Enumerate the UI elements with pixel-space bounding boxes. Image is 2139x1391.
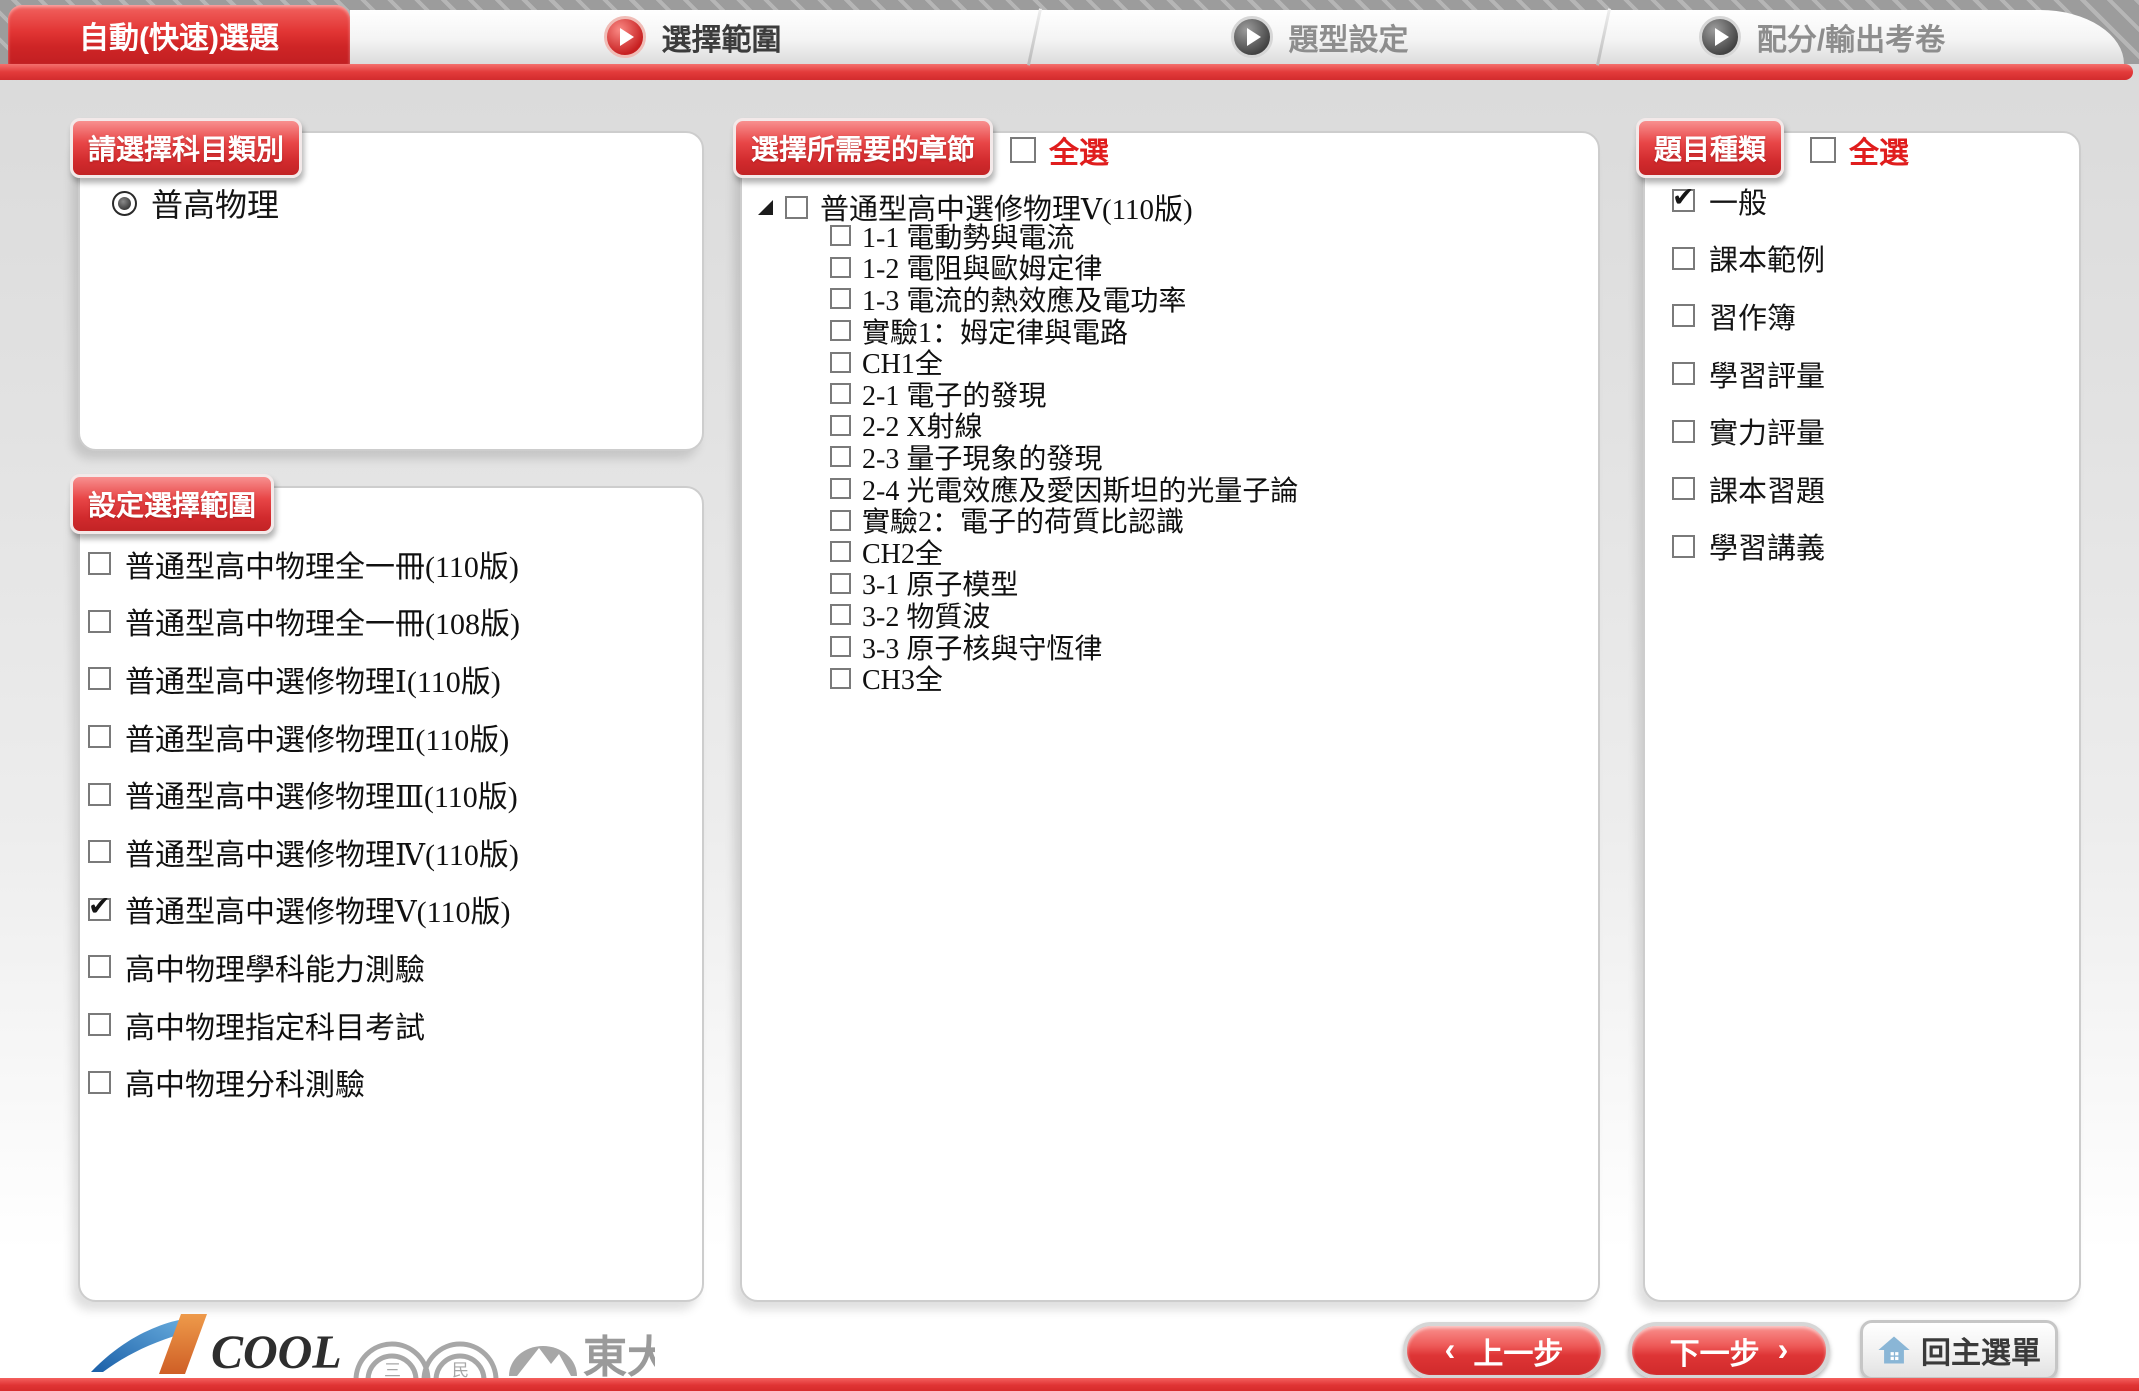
checkbox[interactable]	[1010, 137, 1036, 163]
checkbox[interactable]	[830, 636, 851, 657]
range-item[interactable]: 普通型高中選修物理Ⅴ(110版)	[88, 881, 688, 939]
checkbox[interactable]	[88, 955, 111, 978]
logo-dongda-text: 東大	[583, 1333, 655, 1382]
checkbox[interactable]	[830, 478, 851, 499]
range-item[interactable]: 普通型高中選修物理Ⅰ(110版)	[88, 650, 688, 708]
question-type-item[interactable]: 實力評量	[1672, 402, 2052, 460]
play-icon-gray	[1699, 16, 1741, 58]
checkbox[interactable]	[785, 196, 808, 219]
question-type-item[interactable]: 學習評量	[1672, 345, 2052, 403]
tab-question-type-setting[interactable]: 題型設定	[1035, 10, 1604, 64]
checkbox[interactable]	[830, 541, 851, 562]
checkbox[interactable]	[830, 352, 851, 373]
checkbox[interactable]	[830, 668, 851, 689]
range-item[interactable]: 高中物理學科能力測驗	[88, 938, 688, 996]
question-type-select-all[interactable]: 全選	[1810, 128, 1909, 172]
checkbox[interactable]	[1810, 137, 1836, 163]
chapter-item[interactable]: CH3全	[830, 662, 1570, 694]
checkbox[interactable]	[1672, 247, 1695, 270]
checkbox[interactable]	[830, 510, 851, 531]
radio-button[interactable]	[112, 191, 137, 216]
tab-underline-bar	[0, 64, 2133, 80]
checkbox[interactable]	[830, 573, 851, 594]
checkbox[interactable]	[1672, 420, 1695, 443]
question-type-list: 一般 課本範例 習作簿 學習評量 實力評量 課本習題 學習講義	[1672, 172, 2052, 575]
checkbox[interactable]	[88, 667, 111, 690]
play-icon-gray	[1231, 16, 1273, 58]
logo-cool: COOL	[85, 1310, 345, 1387]
range-item[interactable]: 普通型高中物理全一冊(108版)	[88, 593, 688, 651]
question-type-item[interactable]: 課本範例	[1672, 230, 2052, 288]
chapter-select-all[interactable]: 全選	[1010, 128, 1109, 172]
subject-option-physics[interactable]: 普高物理	[112, 180, 279, 226]
checkbox[interactable]	[830, 320, 851, 341]
prev-step-button[interactable]: ‹ 上一步	[1403, 1322, 1605, 1379]
subject-panel	[78, 131, 704, 451]
home-menu-button[interactable]: 回主選單	[1860, 1320, 2058, 1380]
checkbox[interactable]	[88, 610, 111, 633]
tree-expander-icon[interactable]	[758, 200, 773, 215]
range-list: 普通型高中物理全一冊(110版) 普通型高中物理全一冊(108版) 普通型高中選…	[88, 535, 688, 1111]
checkbox[interactable]	[1672, 477, 1695, 500]
range-panel-title: 設定選擇範圍	[70, 474, 274, 534]
checkbox[interactable]	[88, 1013, 111, 1036]
checkbox[interactable]	[88, 898, 111, 921]
question-type-item[interactable]: 一般	[1672, 172, 2052, 230]
checkbox[interactable]	[88, 725, 111, 748]
next-step-button[interactable]: 下一步 ›	[1628, 1322, 1830, 1379]
subject-panel-title: 請選擇科目類別	[70, 118, 302, 178]
range-item[interactable]: 普通型高中選修物理Ⅱ(110版)	[88, 708, 688, 766]
range-item[interactable]: 普通型高中選修物理Ⅲ(110版)	[88, 765, 688, 823]
checkbox[interactable]	[88, 783, 111, 806]
exam-builder-window: 選擇範圍 題型設定 配分/輸出考卷 自動(快速)選題 請選擇科目類別 普高物理 …	[0, 0, 2139, 1391]
checkbox[interactable]	[830, 257, 851, 278]
checkbox[interactable]	[88, 840, 111, 863]
home-icon	[1877, 1333, 1911, 1367]
checkbox[interactable]	[1672, 304, 1695, 327]
chapter-panel-title: 選擇所需要的章節	[733, 118, 993, 178]
range-item[interactable]: 普通型高中物理全一冊(110版)	[88, 535, 688, 593]
checkbox[interactable]	[88, 552, 111, 575]
tab-strip-end-cap	[2040, 10, 2124, 64]
tab-label: 配分/輸出考卷	[1757, 15, 1945, 59]
bottom-accent-bar	[0, 1378, 2139, 1391]
tab-score-output[interactable]: 配分/輸出考卷	[1604, 10, 2040, 64]
tab-label: 選擇範圍	[662, 15, 782, 59]
checkbox[interactable]	[830, 446, 851, 467]
tab-label: 題型設定	[1289, 15, 1409, 59]
checkbox[interactable]	[1672, 535, 1695, 558]
chapter-tree-children: 1-1 電動勢與電流 1-2 電阻與歐姆定律 1-3 電流的熱效應及電功率 實驗…	[830, 220, 1570, 694]
question-type-item[interactable]: 習作簿	[1672, 287, 2052, 345]
logo-cool-text: COOL	[211, 1326, 342, 1379]
checkbox[interactable]	[1672, 189, 1695, 212]
chevron-right-icon: ›	[1778, 1333, 1789, 1365]
question-type-item[interactable]: 課本習題	[1672, 460, 2052, 518]
question-type-panel-title: 題目種類	[1636, 118, 1784, 178]
subject-option-label: 普高物理	[151, 180, 279, 226]
checkbox[interactable]	[830, 415, 851, 436]
checkbox[interactable]	[1672, 362, 1695, 385]
tab-select-range[interactable]: 選擇範圍	[350, 10, 1035, 64]
play-icon-red	[604, 16, 646, 58]
tab-auto-quick-select[interactable]: 自動(快速)選題	[8, 5, 350, 64]
checkbox[interactable]	[830, 383, 851, 404]
range-item[interactable]: 高中物理指定科目考試	[88, 996, 688, 1054]
checkbox[interactable]	[830, 288, 851, 309]
checkbox[interactable]	[88, 1071, 111, 1094]
tab-bar: 選擇範圍 題型設定 配分/輸出考卷 自動(快速)選題	[0, 0, 2139, 64]
question-type-item[interactable]: 學習講義	[1672, 518, 2052, 576]
range-item[interactable]: 高中物理分科測驗	[88, 1053, 688, 1111]
checkbox[interactable]	[830, 225, 851, 246]
chevron-left-icon: ‹	[1445, 1333, 1456, 1365]
range-item[interactable]: 普通型高中選修物理Ⅳ(110版)	[88, 823, 688, 881]
checkbox[interactable]	[830, 604, 851, 625]
tab-label: 自動(快速)選題	[79, 13, 279, 57]
